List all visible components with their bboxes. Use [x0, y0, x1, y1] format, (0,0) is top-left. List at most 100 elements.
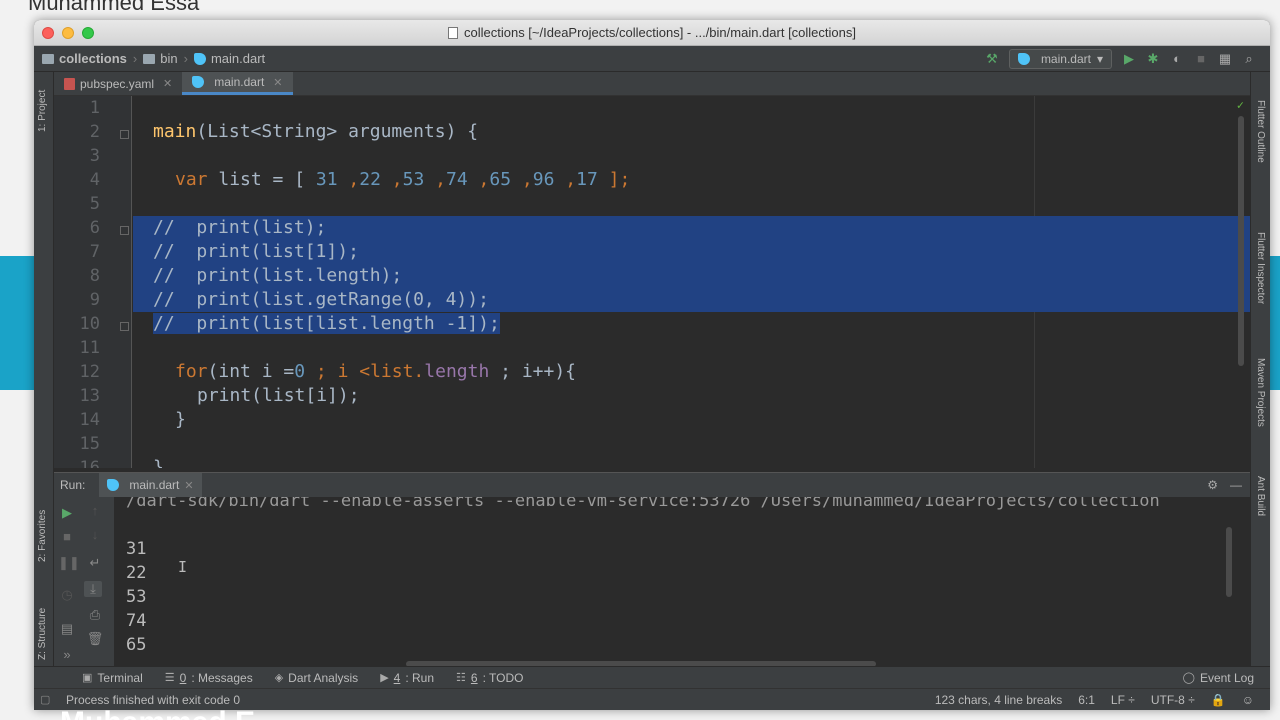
fold-marker-icon[interactable] [120, 130, 129, 139]
close-tab-icon[interactable]: ✕ [273, 76, 282, 89]
tab-pubspec[interactable]: pubspec.yaml ✕ [54, 72, 182, 95]
status-message: Process finished with exit code 0 [66, 692, 241, 707]
line-number: 4 [89, 170, 100, 190]
stop-icon[interactable]: ■ [1194, 51, 1208, 66]
gear-icon[interactable]: ⚙ [1207, 478, 1218, 492]
search-icon[interactable]: ⌕ [1242, 51, 1256, 66]
structure-tool-tab[interactable]: Z: Structure [37, 608, 48, 660]
close-tab-icon[interactable]: ✕ [163, 77, 172, 90]
event-log-tool-button[interactable]: ◯ Event Log [1183, 671, 1254, 685]
code-token: 31 [315, 169, 338, 190]
editor-gutter: 1 2 3 4 5 6 7 8 9 10 11 12 13 14 15 16 [54, 96, 132, 468]
run-header: Run: main.dart ✕ ⚙ — [54, 473, 1250, 497]
line-number: 16 [79, 458, 100, 468]
right-tool-strip: Flutter Outline Flutter Inspector Maven … [1250, 72, 1270, 668]
messages-tool-button[interactable]: ☰ 0: Messages [165, 671, 253, 685]
code-token: for [175, 361, 208, 382]
console-vertical-scrollbar[interactable] [1226, 527, 1232, 597]
line-number: 13 [79, 386, 100, 406]
run-command: /dart-sdk/bin/dart --enable-asserts --en… [126, 497, 1160, 511]
favorites-tool-tab[interactable]: 2: Favorites [37, 510, 48, 562]
chevron-down-icon: ▾ [1096, 51, 1103, 66]
rerun-play-icon[interactable]: ▶ [58, 505, 76, 521]
run-tool-button[interactable]: ▶ 4: Run [380, 671, 434, 685]
code-token: 22 [359, 169, 381, 190]
pause-icon[interactable]: ❚❚ [58, 555, 80, 571]
project-tool-tab[interactable]: 1: Project [37, 90, 48, 132]
code-token: ; i++){ [489, 361, 577, 382]
line-number: 5 [89, 194, 100, 214]
run-configuration-select[interactable]: main.dart ▾ [1008, 48, 1112, 69]
line-number: 9 [89, 290, 100, 310]
todo-tool-button[interactable]: ☷ 6: TODO [456, 671, 523, 685]
terminal-icon: ▣ [82, 672, 93, 684]
stop-icon[interactable]: ■ [58, 529, 76, 544]
code-token: ]; [597, 169, 631, 190]
print-icon[interactable]: ⎙ [86, 607, 104, 623]
soft-wrap-icon[interactable]: ↵ [86, 555, 104, 571]
line-separator-select[interactable]: LF ÷ [1111, 693, 1135, 707]
trash-icon[interactable]: 🗑 [86, 631, 104, 647]
window-title: collections [~/IdeaProjects/collections]… [34, 25, 1270, 40]
flutter-inspector-tool-tab[interactable]: Flutter Inspector [1255, 232, 1266, 304]
console-output[interactable]: /dart-sdk/bin/dart --enable-asserts --en… [114, 497, 1236, 666]
breadcrumb-project[interactable]: collections [59, 51, 127, 66]
project-structure-icon[interactable]: ▦ [1218, 51, 1232, 66]
caret-position[interactable]: 6:1 [1078, 693, 1095, 707]
console-line: 31 [126, 539, 147, 559]
breadcrumb-folder[interactable]: bin [160, 51, 177, 66]
code-line-8: // print(list.length); [133, 264, 1250, 288]
code-line-4: var list = [ 31 ,22 ,53 ,74 ,65 ,96 ,17 … [133, 168, 1250, 192]
code-line-12: for(int i =0 ; i <list.length ; i++){ [133, 360, 1250, 384]
code-token: , [467, 169, 490, 190]
tool-label: : TODO [482, 670, 524, 685]
flutter-outline-tool-tab[interactable]: Flutter Outline [1255, 100, 1266, 163]
line-number: 3 [89, 146, 100, 166]
tab-main-dart[interactable]: main.dart ✕ [182, 72, 293, 95]
code-editor[interactable]: 1 2 3 4 5 6 7 8 9 10 11 12 13 14 15 16 ✓… [54, 96, 1250, 468]
layout-icon[interactable]: ▤ [58, 621, 76, 637]
close-tab-icon[interactable]: ✕ [184, 479, 193, 492]
maven-projects-tool-tab[interactable]: Maven Projects [1255, 358, 1266, 427]
scroll-to-end-icon[interactable]: ⤓ [84, 581, 102, 597]
history-icon[interactable]: ◷ [58, 587, 76, 603]
breadcrumb-file[interactable]: main.dart [211, 51, 265, 66]
up-arrow-icon[interactable]: ↑ [86, 503, 104, 518]
dart-file-icon [107, 479, 120, 491]
code-line-10: // print(list[list.length -1]); [133, 312, 1250, 336]
minimize-panel-icon[interactable]: — [1230, 478, 1242, 492]
dart-file-icon [193, 52, 206, 65]
run-tab-label: main.dart [129, 478, 180, 492]
code-token: length [424, 361, 490, 382]
terminal-tool-button[interactable]: ▣ Terminal [82, 671, 143, 685]
fold-marker-icon[interactable] [120, 322, 129, 331]
tool-mnemonic: 6 [470, 670, 478, 685]
breadcrumb: collections › bin › main.dart [42, 51, 265, 66]
expand-icon[interactable]: » [58, 647, 76, 662]
debug-bug-icon[interactable]: ✱ [1146, 51, 1160, 66]
lock-icon[interactable]: 🔒 [1211, 693, 1226, 707]
yaml-file-icon [64, 77, 75, 90]
breadcrumb-separator: › [183, 51, 188, 66]
run-tab-main-dart[interactable]: main.dart ✕ [99, 473, 202, 497]
code-token: 74 [446, 169, 468, 190]
status-right: 123 chars, 4 line breaks 6:1 LF ÷ UTF-8 … [935, 693, 1270, 707]
ant-build-tool-tab[interactable]: Ant Build [1255, 476, 1266, 516]
toggle-tool-windows-icon[interactable]: ▢ [40, 693, 50, 706]
code-token: , [554, 169, 577, 190]
run-play-icon[interactable]: ▶ [1122, 51, 1136, 66]
line-number: 14 [79, 410, 100, 430]
line-number: 2 [89, 122, 100, 142]
editor-scrollbar[interactable] [1238, 116, 1244, 366]
coverage-icon[interactable]: ◐ [1170, 51, 1184, 66]
hector-icon[interactable]: ☺ [1242, 693, 1254, 707]
dart-analysis-tool-button[interactable]: ◈ Dart Analysis [275, 671, 359, 685]
tab-label: pubspec.yaml [80, 76, 155, 91]
fold-marker-icon[interactable] [120, 226, 129, 235]
line-number: 1 [89, 98, 100, 118]
encoding-select[interactable]: UTF-8 ÷ [1151, 693, 1195, 707]
tool-label: : Run [405, 670, 435, 685]
line-number: 11 [79, 338, 100, 358]
build-hammer-icon[interactable]: ⚒ [985, 51, 999, 66]
down-arrow-icon[interactable]: ↓ [86, 527, 104, 542]
